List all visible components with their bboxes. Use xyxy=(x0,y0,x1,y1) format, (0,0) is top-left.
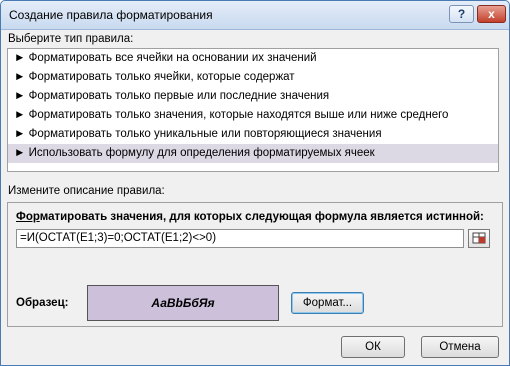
format-preview: АаВbБбЯя xyxy=(87,285,279,321)
format-button[interactable]: Формат... xyxy=(291,292,364,314)
sample-label: Образец: xyxy=(16,297,69,309)
ok-button[interactable]: ОК xyxy=(341,336,405,358)
rule-type-item[interactable]: ► Форматировать только уникальные или по… xyxy=(8,125,498,144)
close-button[interactable]: x xyxy=(477,5,506,23)
dialog-title: Создание правила форматирования xyxy=(9,8,213,22)
rule-type-item-selected[interactable]: ► Использовать формулу для определения ф… xyxy=(8,144,498,163)
rule-type-item[interactable]: ► Форматировать только значения, которые… xyxy=(8,106,498,125)
formula-input[interactable]: =И(ОСТАТ(E1;3)=0;ОСТАТ(E1;2)<>0) xyxy=(16,229,464,248)
select-type-label: Выберите тип правила: xyxy=(8,33,134,45)
rule-type-list[interactable]: ► Форматировать все ячейки на основании … xyxy=(7,48,499,172)
formula-prompt-accel: Фор xyxy=(16,211,40,223)
title-bar: Создание правила форматирования ? x xyxy=(1,1,509,30)
formula-prompt: Форматировать значения, для которых след… xyxy=(16,211,484,223)
help-button[interactable]: ? xyxy=(449,5,474,23)
collapse-dialog-button[interactable] xyxy=(468,229,490,248)
edit-description-label: Измените описание правила: xyxy=(8,185,165,197)
rule-type-item[interactable]: ► Форматировать все ячейки на основании … xyxy=(8,49,498,68)
rule-type-item[interactable]: ► Форматировать только ячейки, которые с… xyxy=(8,68,498,87)
formula-prompt-text: матировать значения, для которых следующ… xyxy=(39,211,484,223)
range-select-icon xyxy=(472,232,486,244)
rule-type-item[interactable]: ► Форматировать только первые или послед… xyxy=(8,87,498,106)
cancel-button[interactable]: Отмена xyxy=(421,336,499,358)
